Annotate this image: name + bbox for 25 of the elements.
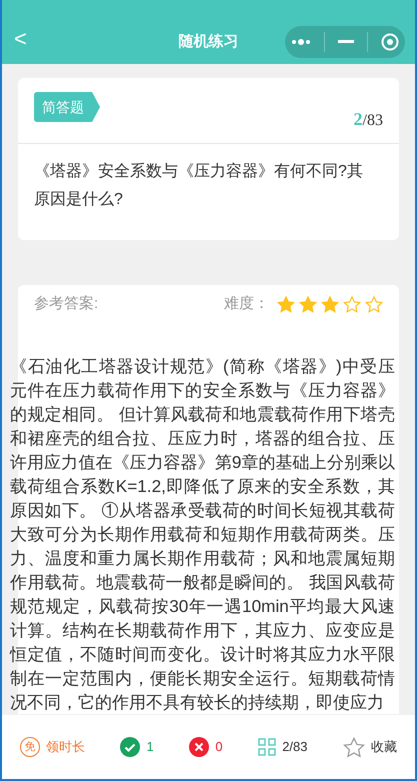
wrong-count[interactable]: 0	[189, 737, 223, 757]
timer-icon: 免	[20, 737, 40, 757]
favorite-button[interactable]: 收藏	[343, 736, 398, 758]
star-icon	[277, 296, 295, 313]
star-icon	[321, 296, 339, 313]
answer-label: 参考答案:	[34, 294, 98, 314]
star-icon	[299, 296, 317, 313]
cross-icon	[189, 737, 210, 757]
grid-icon	[258, 738, 276, 756]
star-icon	[343, 296, 361, 313]
claim-time-button[interactable]: 免 领时长	[20, 737, 85, 757]
answer-text: 《石油化工塔器设计规范》(简称《塔器》)中受压元件在压力载荷作用下的安全系数与《压力容器》的规定相同。 但计算风载荷和地震载荷作用下塔壳和裙座壳的组合拉、压应力时，塔器的组合拉、压许用应力值在《压力容器》第9章的基础上分别乘以载荷组合系数K=1.2,即降低了原来的安全系数，其原因如下。 ①从塔器承受载荷的时间长短视其载荷大致可分为长期作用载荷和短期作用载荷两类。压力、温度和重力属长期作用载荷；风和地震属短期作用载荷。地震载荷一般都是瞬间的。 我国风载荷规范规定，风载荷按30年一遇10min平均最大风速计算。结构在长期载荷作用下，其应力、应变应是恒定值，不随时间而变化。设计时将其应力水平限制在一定范围内，便能长期安全运行。短期载荷情况不同，它的作用不具有较长的持续期，即使应力	[10, 354, 395, 714]
star-icon	[365, 296, 383, 313]
minimize-icon[interactable]	[338, 40, 354, 44]
page-title: 随机练习	[178, 32, 238, 52]
more-icon[interactable]	[291, 38, 312, 46]
difficulty-label: 难度：	[224, 294, 269, 314]
check-icon	[120, 737, 140, 757]
correct-count[interactable]: 1	[120, 737, 154, 757]
answer-sheet-button[interactable]: 2/83	[258, 737, 308, 757]
star-icon	[343, 736, 366, 758]
question-type-tag: 简答题	[34, 92, 100, 122]
question-text: 《塔器》安全系数与《压力容器》有何不同?其原因是什么?	[33, 162, 364, 210]
close-icon[interactable]	[380, 33, 399, 51]
question-counter: 2/83	[354, 108, 383, 131]
